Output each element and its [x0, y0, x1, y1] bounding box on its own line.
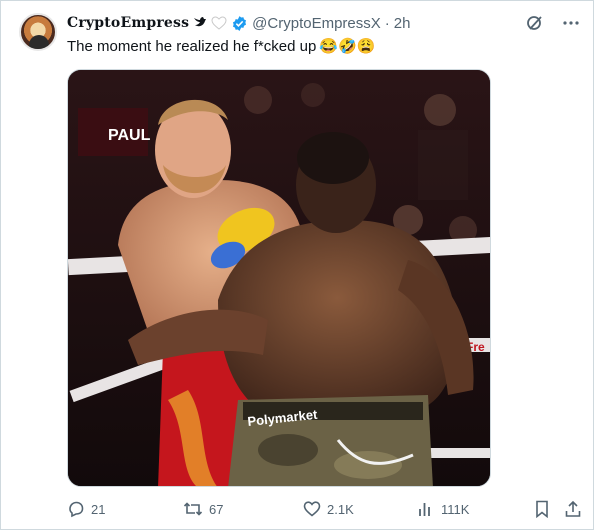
like-count: 2.1K: [327, 501, 354, 517]
timestamp[interactable]: 2h: [394, 15, 411, 32]
tweet-media[interactable]: PAUL Fre Polymarket: [67, 69, 491, 487]
reply-button[interactable]: 21: [67, 500, 105, 518]
user-handle[interactable]: @CryptoEmpressX: [252, 15, 381, 32]
bird-emoji: [193, 16, 207, 31]
tweet-actions: 21 67 2.1K 111K: [67, 500, 587, 522]
tweet-header: CryptoEmpress @CryptoEmpressX · 2h: [67, 13, 410, 33]
display-name[interactable]: CryptoEmpress: [67, 15, 189, 31]
share-button[interactable]: [564, 500, 582, 518]
white-heart-emoji: [211, 16, 227, 30]
views-count: 111K: [441, 501, 470, 517]
views-button[interactable]: 111K: [417, 500, 469, 518]
retweet-count: 67: [209, 501, 224, 517]
reply-icon: [67, 500, 85, 518]
reply-count: 21: [91, 501, 106, 517]
verified-badge-icon: [231, 15, 248, 32]
grok-icon[interactable]: [526, 14, 544, 35]
banner-text: PAUL: [108, 127, 151, 144]
tweet-body: The moment he realized he f*cked up: [67, 38, 317, 55]
like-icon: [303, 500, 321, 518]
top-actions: [526, 14, 580, 35]
bookmark-button[interactable]: [534, 500, 550, 518]
bookmark-icon: [534, 500, 550, 518]
retweet-icon: [183, 500, 203, 518]
retweet-button[interactable]: 67: [183, 500, 223, 518]
separator-dot: ·: [384, 14, 390, 32]
tweet-text: The moment he realized he f*cked up 😂🤣😩: [67, 37, 375, 57]
share-icon: [564, 500, 582, 518]
like-button[interactable]: 2.1K: [303, 500, 354, 518]
avatar[interactable]: [19, 13, 57, 51]
views-icon: [417, 500, 435, 518]
tweet-emojis: 😂🤣😩: [319, 38, 376, 55]
more-icon[interactable]: [562, 14, 580, 35]
boxing-photo: PAUL Fre Polymarket: [68, 70, 490, 486]
